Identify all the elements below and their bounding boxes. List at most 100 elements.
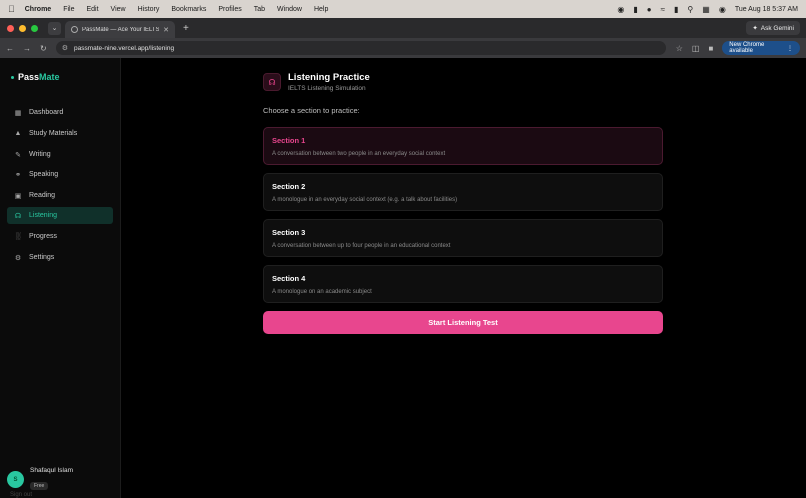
section-card-1[interactable]: Section 1 A conversation between two peo… xyxy=(263,127,663,165)
sidebar-item-label: Reading xyxy=(29,192,56,199)
sidebar-item-progress[interactable]: ░ Progress xyxy=(7,228,113,245)
microphone-icon: ⚭ xyxy=(15,171,21,179)
menu-window[interactable]: Window xyxy=(277,6,302,13)
profile-avatar-icon[interactable]: ■ xyxy=(708,44,713,53)
address-bar[interactable]: ⚙ passmate-nine.vercel.app/listening xyxy=(55,41,666,55)
apple-icon[interactable]:  xyxy=(8,4,15,14)
graduation-cap-icon: ▲ xyxy=(14,130,22,137)
browser-tab-passmate[interactable]: PassMate — Ace Your IELTS … ✕ xyxy=(65,21,175,38)
sidebar-item-label: Settings xyxy=(29,254,55,261)
sidebar-item-label: Listening xyxy=(29,212,58,219)
menu-status-area: ◉ ▮ ● ≈ ▮ ⚲ ▦ ◉ Tue Aug 18 5:37 AM xyxy=(617,0,798,18)
tab-title: PassMate — Ace Your IELTS … xyxy=(82,26,160,33)
sidebar-item-label: Study Materials xyxy=(29,130,78,137)
ask-gemini-label: Ask Gemini xyxy=(760,24,794,32)
update-label: New Chrome available xyxy=(729,42,765,54)
new-tab-button[interactable]: + xyxy=(183,23,189,34)
sidebar-item-dashboard[interactable]: ▦ Dashboard xyxy=(7,104,113,121)
passmate-logo[interactable]: PassMate xyxy=(11,72,60,82)
browser-tab-strip: ⌄ PassMate — Ace Your IELTS … ✕ + ✦ Ask … xyxy=(0,18,806,38)
user-name: Shafaqul Islam xyxy=(30,467,73,474)
url-text[interactable]: passmate-nine.vercel.app/listening xyxy=(74,45,174,52)
toolbar-actions: ☆ ◫ ■ New Chrome available ⋮ xyxy=(676,41,800,55)
sidebar-item-label: Writing xyxy=(29,151,51,158)
menu-bookmarks[interactable]: Bookmarks xyxy=(171,6,206,13)
sidebar-item-study-materials[interactable]: ▲ Study Materials xyxy=(7,125,113,142)
search-icon[interactable]: ⚲ xyxy=(687,5,693,14)
menu-file[interactable]: File xyxy=(63,6,74,13)
globe-icon xyxy=(71,26,78,33)
battery-icon[interactable]: ▮ xyxy=(674,5,678,14)
user-icon[interactable]: ● xyxy=(647,5,652,14)
sidebar-item-listening[interactable]: ☊ Listening xyxy=(7,207,113,224)
sidebar-item-reading[interactable]: ▣ Reading xyxy=(7,187,113,204)
reload-icon[interactable]: ↻ xyxy=(40,44,47,53)
section-name: Section 1 xyxy=(272,136,306,145)
minimize-window-button[interactable] xyxy=(19,24,26,32)
headphones-icon: ☊ xyxy=(14,212,22,220)
menu-view[interactable]: View xyxy=(111,6,126,13)
section-name: Section 3 xyxy=(272,228,306,237)
bookmark-star-icon[interactable]: ☆ xyxy=(676,44,683,53)
window-controls xyxy=(7,24,38,32)
site-info-icon[interactable]: ⚙ xyxy=(62,44,68,52)
maximize-window-button[interactable] xyxy=(31,24,38,32)
extensions-icon[interactable]: ◫ xyxy=(692,44,700,53)
browser-toolbar: ← → ↻ ⚙ passmate-nine.vercel.app/listeni… xyxy=(0,38,806,58)
close-window-button[interactable] xyxy=(7,24,14,32)
chevron-down-icon: ⌄ xyxy=(51,25,58,32)
control-center-icon[interactable]: ▦ xyxy=(702,5,710,14)
sidebar-item-label: Progress xyxy=(29,233,58,240)
back-arrow-icon[interactable]: ← xyxy=(6,44,14,53)
siri-icon[interactable]: ◉ xyxy=(719,5,726,14)
sidebar-item-label: Speaking xyxy=(29,171,59,178)
record-icon[interactable]: ◉ xyxy=(617,5,624,14)
book-icon: ▣ xyxy=(14,192,22,200)
bar-chart-icon: ░ xyxy=(15,233,21,240)
menu-clock[interactable]: Tue Aug 18 5:37 AM xyxy=(735,6,798,13)
page-header: ☊ Listening Practice IELTS Listening Sim… xyxy=(263,72,370,92)
tab-search-button[interactable]: ⌄ xyxy=(48,21,61,35)
menu-history[interactable]: History xyxy=(138,6,160,13)
wifi-icon[interactable]: ≈ xyxy=(661,5,665,14)
start-listening-test-button[interactable]: Start Listening Test xyxy=(263,311,663,334)
grid-icon: ▦ xyxy=(14,109,22,117)
gear-icon: ⚙ xyxy=(14,254,22,262)
section-card-2[interactable]: Section 2 A monologue in an everyday soc… xyxy=(263,173,663,211)
section-card-4[interactable]: Section 4 A monologue on an academic sub… xyxy=(263,265,663,303)
menu-profiles[interactable]: Profiles xyxy=(218,6,241,13)
sidebar-item-settings[interactable]: ⚙ Settings xyxy=(7,249,113,266)
forward-arrow-icon[interactable]: → xyxy=(23,44,31,53)
more-vertical-icon: ⋮ xyxy=(787,45,793,52)
user-profile[interactable]: S Shafaqul Islam Free xyxy=(7,467,73,492)
pen-icon: ✎ xyxy=(15,151,21,159)
logo-dot-icon xyxy=(11,75,14,79)
section-description: A monologue in an everyday social contex… xyxy=(272,197,458,203)
ask-gemini-button[interactable]: ✦ Ask Gemini xyxy=(746,21,800,35)
logo-prefix: Pass xyxy=(18,72,40,82)
section-name: Section 2 xyxy=(272,182,306,191)
new-chrome-available-button[interactable]: New Chrome available ⋮ xyxy=(722,41,800,55)
plan-badge: Free xyxy=(30,482,49,490)
logo-accent: Mate xyxy=(39,72,60,82)
avatar: S xyxy=(7,471,24,488)
sidebar-item-writing[interactable]: ✎ Writing xyxy=(7,146,113,163)
menu-app-name[interactable]: Chrome xyxy=(25,6,51,13)
passmate-app: PassMate ▦ Dashboard ▲ Study Materials ✎… xyxy=(0,58,806,498)
menu-edit[interactable]: Edit xyxy=(86,6,98,13)
menu-help[interactable]: Help xyxy=(314,6,328,13)
section-description: A monologue on an academic subject xyxy=(272,289,372,295)
page-subtitle: IELTS Listening Simulation xyxy=(288,85,366,92)
sidebar: PassMate ▦ Dashboard ▲ Study Materials ✎… xyxy=(0,58,121,498)
sign-out-link[interactable]: Sign out xyxy=(10,492,32,498)
section-description: A conversation between up to four people… xyxy=(272,243,451,249)
section-prompt: Choose a section to practice: xyxy=(263,106,360,115)
sidebar-item-label: Dashboard xyxy=(29,109,64,116)
sidebar-item-speaking[interactable]: ⚭ Speaking xyxy=(7,166,113,183)
macos-menu-bar:  Chrome File Edit View History Bookmark… xyxy=(0,0,806,18)
section-name: Section 4 xyxy=(272,274,306,283)
section-card-3[interactable]: Section 3 A conversation between up to f… xyxy=(263,219,663,257)
gift-icon[interactable]: ▮ xyxy=(633,5,637,14)
menu-tab[interactable]: Tab xyxy=(254,6,265,13)
close-tab-icon[interactable]: ✕ xyxy=(163,26,169,34)
